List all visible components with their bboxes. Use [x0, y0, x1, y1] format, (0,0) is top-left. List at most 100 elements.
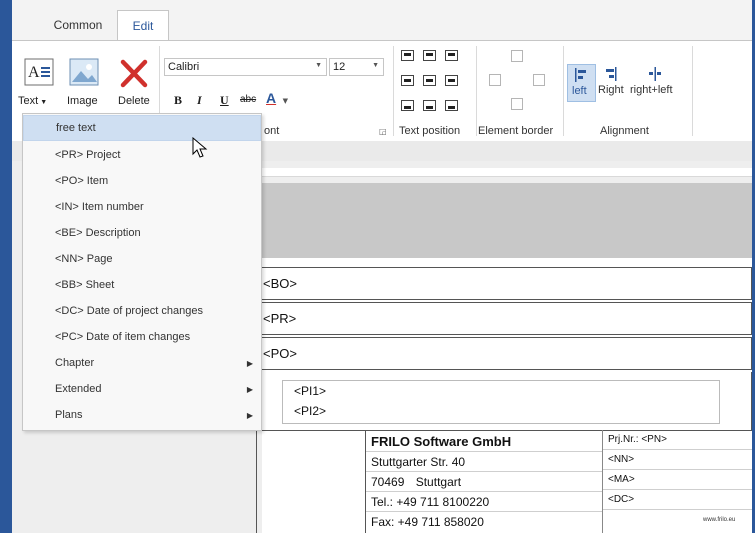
menu-item-sheet[interactable]: <BB> Sheet [23, 272, 261, 298]
text-position-bottom-right-icon[interactable] [445, 100, 458, 111]
field-row-bo[interactable]: <BO> [256, 267, 752, 300]
company-tel: Tel.: +49 711 8100220 [366, 492, 602, 512]
align-left-label: left [572, 85, 587, 97]
text-position-bottom-left-icon[interactable] [401, 100, 414, 111]
company-name: FRILO Software GmbH [366, 432, 602, 452]
menu-item-date-project-changes[interactable]: <DC> Date of project changes [23, 298, 261, 324]
border-top-checkbox[interactable] [511, 50, 523, 62]
font-size-value: 12 [333, 61, 346, 73]
border-left-checkbox[interactable] [489, 74, 501, 86]
menu-item-label: <IN> Item number [55, 201, 144, 213]
border-right-checkbox[interactable] [533, 74, 545, 86]
text-position-top-right-icon[interactable] [445, 50, 458, 61]
chevron-down-icon: ▼ [282, 97, 289, 105]
meta-ma: <MA> [603, 470, 752, 490]
field-pi1[interactable]: <PI1> [294, 384, 326, 398]
strikethrough-button[interactable]: abc [240, 94, 256, 105]
font-name-value: Calibri [168, 61, 200, 73]
website-text: www.frilo.eu [703, 517, 736, 523]
menu-item-label: <DC> Date of project changes [55, 305, 203, 317]
align-rightleft-icon [649, 67, 661, 81]
text-position-middle-center-icon[interactable] [423, 75, 436, 86]
window-frame-left [0, 0, 12, 533]
page-header-area [262, 183, 752, 258]
element-border-group-label: Element border [478, 125, 554, 137]
text-position-group-label: Text position [399, 125, 461, 137]
menu-item-label: <PC> Date of item changes [55, 331, 191, 343]
menu-item-project[interactable]: <PR> Project [23, 142, 261, 168]
menu-item-label: <PO> Item [55, 175, 109, 187]
bold-button[interactable]: B [174, 93, 182, 108]
company-address: 70469 Stuttgart [366, 472, 602, 492]
text-position-middle-left-icon[interactable] [401, 75, 414, 86]
menu-item-item[interactable]: <PO> Item [23, 168, 261, 194]
italic-button[interactable]: I [197, 93, 202, 108]
menu-item-label: <BE> Description [55, 227, 141, 239]
menu-item-label: Plans [55, 409, 83, 421]
ruler [262, 168, 752, 177]
dialog-launcher-icon[interactable]: ◲ [379, 127, 387, 136]
underline-button[interactable]: U [220, 93, 229, 108]
group-separator [563, 46, 564, 136]
tab-common[interactable]: Common [42, 10, 114, 40]
field-pi2[interactable]: <PI2> [294, 404, 326, 418]
text-dropdown-menu: free text <PR> Project <PO> Item <IN> It… [22, 113, 262, 431]
text-button[interactable]: Text ▼ [18, 95, 47, 107]
menu-item-label: <BB> Sheet [55, 279, 115, 291]
footer-divider [256, 430, 257, 533]
menu-item-plans[interactable]: Plans ▶ [23, 402, 261, 428]
company-street: Stuttgarter Str. 40 [366, 452, 602, 472]
tab-edit[interactable]: Edit [117, 10, 169, 41]
company-zip: 70469 [371, 475, 405, 489]
chevron-right-icon: ▶ [246, 384, 253, 394]
delete-x-icon[interactable] [120, 58, 148, 88]
font-name-combo[interactable]: Calibri ▼ [164, 58, 327, 76]
font-size-combo[interactable]: 12 ▼ [329, 58, 384, 76]
menu-item-item-number[interactable]: <IN> Item number [23, 194, 261, 220]
menu-item-date-item-changes[interactable]: <PC> Date of item changes [23, 324, 261, 350]
font-color-icon: A [266, 90, 277, 106]
group-separator [393, 46, 394, 136]
text-position-grid[interactable] [401, 50, 471, 120]
font-color-button[interactable]: A ▼ [266, 90, 294, 110]
company-fax: Fax: +49 711 858020 [371, 515, 484, 529]
menu-item-description[interactable]: <BE> Description [23, 220, 261, 246]
company-city: Stuttgart [415, 475, 462, 489]
align-left-button[interactable]: left [567, 64, 596, 102]
align-rightleft-label: right+left [630, 84, 673, 96]
chevron-down-icon: ▼ [40, 99, 48, 106]
menu-item-extended[interactable]: Extended ▶ [23, 376, 261, 402]
align-rightleft-button[interactable]: right+left [627, 64, 687, 102]
chevron-right-icon: ▶ [246, 358, 253, 368]
menu-item-label: <NN> Page [55, 253, 113, 265]
mouse-cursor-icon [192, 136, 208, 159]
field-row-po[interactable]: <PO> [256, 337, 752, 370]
meta-date: <DC> [603, 490, 752, 510]
menu-item-label: Chapter [55, 357, 95, 369]
text-position-top-left-icon[interactable] [401, 50, 414, 61]
delete-button-label[interactable]: Delete [118, 95, 150, 107]
chevron-right-icon: ▶ [246, 410, 253, 420]
menu-item-page[interactable]: <NN> Page [23, 246, 261, 272]
image-insert-icon[interactable] [69, 58, 99, 88]
svg-text:A: A [28, 64, 40, 81]
font-group-label: ont [264, 125, 280, 137]
align-left-icon [575, 68, 586, 82]
text-position-top-center-icon[interactable] [423, 50, 436, 61]
image-button-label[interactable]: Image [67, 95, 98, 107]
align-right-icon [606, 67, 617, 81]
border-bottom-checkbox[interactable] [511, 98, 523, 110]
menu-item-label: <PR> Project [55, 149, 121, 161]
text-position-bottom-center-icon[interactable] [423, 100, 436, 111]
chevron-down-icon: ▼ [372, 62, 379, 69]
menu-item-label: Extended [55, 383, 102, 395]
text-position-middle-right-icon[interactable] [445, 75, 458, 86]
text-insert-icon[interactable]: A [24, 58, 54, 88]
alignment-group-label: Alignment [600, 125, 649, 137]
meta-page: <NN> [603, 450, 752, 470]
menu-item-free-text[interactable]: free text [23, 115, 261, 141]
field-row-pr[interactable]: <PR> [256, 302, 752, 335]
meta-project-number: Prj.Nr.: <PN> [603, 430, 752, 450]
menu-item-chapter[interactable]: Chapter ▶ [23, 350, 261, 376]
align-right-button[interactable]: Right [598, 64, 625, 102]
